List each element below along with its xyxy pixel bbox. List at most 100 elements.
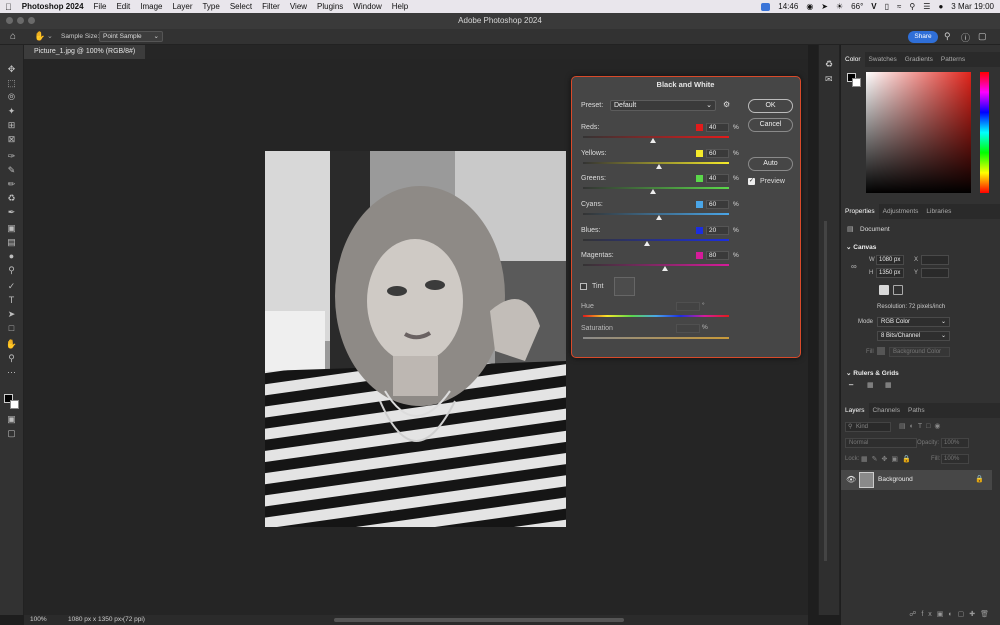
zoom-level[interactable]: 100% (30, 615, 47, 625)
location-icon[interactable]: ➤ (821, 2, 828, 11)
search-icon[interactable]: ⚲ (944, 31, 951, 42)
blur-tool-icon[interactable]: ● (5, 251, 18, 262)
object-selection-tool-icon[interactable]: ✦ (5, 106, 18, 117)
menu-plugins[interactable]: Plugins (312, 2, 348, 11)
tab-layers[interactable]: Layers (841, 403, 869, 418)
cyans-slider-thumb[interactable] (656, 215, 662, 220)
layer-name[interactable]: Background (878, 476, 913, 483)
history-panel-icon[interactable]: ♻ (825, 59, 833, 70)
guides-icon[interactable]: ▦ (885, 381, 892, 389)
search-icon[interactable]: ⚲ (909, 2, 915, 11)
blues-value-field[interactable]: 20 (706, 226, 729, 235)
tab-paths[interactable]: Paths (904, 403, 929, 418)
layers-footer-icons[interactable]: ☍fx▣◐▢✚🗑 (841, 610, 1000, 622)
tab-channels[interactable]: Channels (869, 403, 904, 418)
width-field[interactable]: 1080 px (876, 255, 904, 265)
portrait-orientation-icon[interactable] (879, 285, 889, 295)
document-image[interactable] (265, 151, 566, 527)
tab-libraries[interactable]: Libraries (922, 204, 955, 219)
landscape-orientation-icon[interactable] (893, 285, 903, 295)
comments-panel-icon[interactable]: ✉ (825, 74, 833, 85)
frame-tool-icon[interactable]: ⊠ (5, 134, 18, 145)
background-color-swatch[interactable] (10, 400, 19, 409)
menubar-temperature[interactable]: 66° (851, 2, 863, 11)
move-tool-icon[interactable]: ✥ (5, 64, 18, 75)
marquee-tool-icon[interactable]: ⬚ (5, 78, 18, 89)
learn-icon[interactable]: ⓘ (961, 31, 970, 44)
hue-strip[interactable] (980, 72, 989, 193)
yellows-value-field[interactable]: 60 (706, 149, 729, 158)
lasso-tool-icon[interactable]: ⦾ (5, 92, 18, 103)
control-center-icon[interactable]: ☰ (923, 2, 930, 11)
healing-brush-tool-icon[interactable]: ✎ (5, 165, 18, 176)
screen-mode-icon[interactable]: ▢ (5, 428, 18, 439)
crop-tool-icon[interactable]: ⊞ (5, 120, 18, 131)
greens-slider-thumb[interactable] (650, 189, 656, 194)
menu-filter[interactable]: Filter (257, 2, 285, 11)
vpn-icon[interactable]: V (871, 2, 876, 11)
height-field[interactable]: 1350 px (876, 268, 904, 278)
apple-icon[interactable]:  (0, 2, 17, 12)
tab-patterns[interactable]: Patterns (937, 52, 969, 67)
window-close-button[interactable] (6, 17, 13, 24)
tint-color-swatch[interactable] (614, 277, 635, 296)
gradient-tool-icon[interactable]: ▤ (5, 237, 18, 248)
rectangle-tool-icon[interactable]: □ (5, 323, 18, 334)
layer-row-background[interactable]: 👁 Background 🔒 (841, 470, 992, 490)
vertical-scrollbar[interactable] (824, 221, 827, 561)
brush-tool-icon[interactable]: ✏ (5, 179, 18, 190)
share-button[interactable]: Share (908, 31, 938, 43)
tab-swatches[interactable]: Swatches (865, 52, 901, 67)
saturation-value-field[interactable] (676, 324, 700, 333)
tab-color[interactable]: Color (841, 52, 865, 67)
siri-icon[interactable]: ● (938, 2, 943, 11)
menu-view[interactable]: View (285, 2, 312, 11)
zoom-tool-icon[interactable]: ⚲ (5, 353, 18, 364)
eraser-tool-icon[interactable]: ▣ (5, 223, 18, 234)
menubar-clock[interactable]: 14:46 (778, 2, 798, 11)
preview-checkbox[interactable]: ✓ (748, 178, 755, 185)
y-field[interactable] (921, 268, 949, 278)
weather-icon[interactable]: ☀ (836, 2, 843, 11)
reds-slider-thumb[interactable] (650, 138, 656, 143)
history-brush-tool-icon[interactable]: ✒ (5, 207, 18, 218)
yellows-slider-thumb[interactable] (656, 164, 662, 169)
magentas-value-field[interactable]: 80 (706, 251, 729, 260)
eyedropper-tool-icon[interactable]: ✑ (5, 151, 18, 162)
layer-filter-kind[interactable]: ⚲ Kind (845, 422, 891, 432)
tab-gradients[interactable]: Gradients (901, 52, 937, 67)
hue-value-field[interactable] (676, 302, 700, 311)
menu-file[interactable]: File (89, 2, 112, 11)
pen-tool-icon[interactable]: ✓ (5, 281, 18, 292)
magentas-slider-thumb[interactable] (662, 266, 668, 271)
canvas-section-label[interactable]: ⌄ Canvas (846, 243, 876, 251)
bit-depth-select[interactable]: 8 Bits/Channel ⌄ (877, 331, 950, 341)
mode-select[interactable]: RGB Color ⌄ (877, 317, 950, 327)
ruler-icon[interactable]: ━ (849, 381, 853, 389)
menu-help[interactable]: Help (387, 2, 413, 11)
home-icon[interactable]: ⌂ (10, 31, 16, 42)
dodge-tool-icon[interactable]: ⚲ (5, 265, 18, 276)
window-minimize-button[interactable] (17, 17, 24, 24)
cyans-value-field[interactable]: 60 (706, 200, 729, 209)
battery-icon[interactable]: ▯ (885, 2, 889, 11)
hand-tool-icon[interactable]: ✋ (5, 339, 18, 350)
menu-layer[interactable]: Layer (167, 2, 197, 11)
reds-value-field[interactable]: 40 (706, 123, 729, 132)
saturation-slider-track[interactable] (583, 337, 729, 339)
tab-properties[interactable]: Properties (841, 204, 879, 219)
rulers-grids-section-label[interactable]: ⌄ Rulers & Grids (846, 369, 899, 377)
grid-icon[interactable]: ▦ (867, 381, 874, 389)
tool-preset-chevron-icon[interactable]: ⌄ (47, 32, 53, 40)
menu-edit[interactable]: Edit (111, 2, 135, 11)
color-background-swatch[interactable] (852, 78, 861, 87)
window-zoom-button[interactable] (28, 17, 35, 24)
chevron-right-icon[interactable]: › (121, 615, 123, 625)
greens-slider-track[interactable] (583, 187, 729, 189)
greens-value-field[interactable]: 40 (706, 174, 729, 183)
tab-adjustments[interactable]: Adjustments (879, 204, 923, 219)
quick-mask-icon[interactable]: ▣ (5, 414, 18, 425)
reds-slider-track[interactable] (583, 136, 729, 138)
preset-select[interactable]: Default ⌄ (610, 100, 716, 111)
blues-slider-track[interactable] (583, 239, 729, 241)
